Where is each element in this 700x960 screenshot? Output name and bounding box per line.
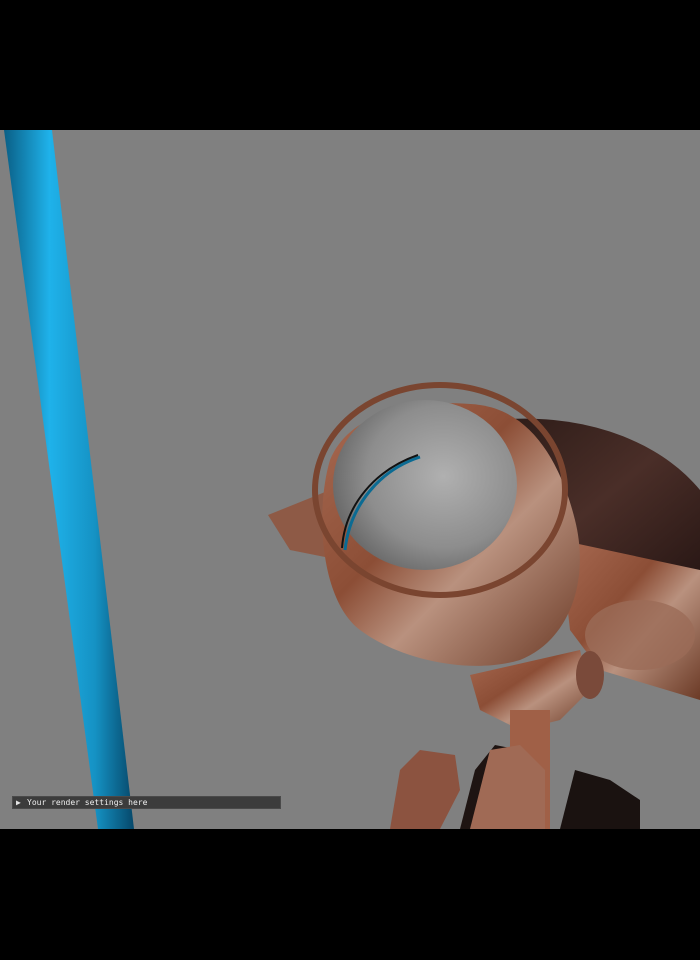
render-settings-label: Your render settings here <box>27 798 148 807</box>
expand-arrow-icon: ▶ <box>16 798 21 807</box>
render-settings-toggle[interactable]: ▶ Your render settings here <box>12 796 281 809</box>
blue-pole <box>4 130 134 829</box>
render-viewport[interactable] <box>0 130 700 829</box>
letterbox-top <box>0 0 700 130</box>
robot-eye-lens <box>333 400 517 570</box>
robot-gear-right <box>560 770 640 829</box>
3d-scene <box>4 130 700 829</box>
letterbox-bottom <box>0 829 700 960</box>
robot-gear-left <box>390 750 460 829</box>
